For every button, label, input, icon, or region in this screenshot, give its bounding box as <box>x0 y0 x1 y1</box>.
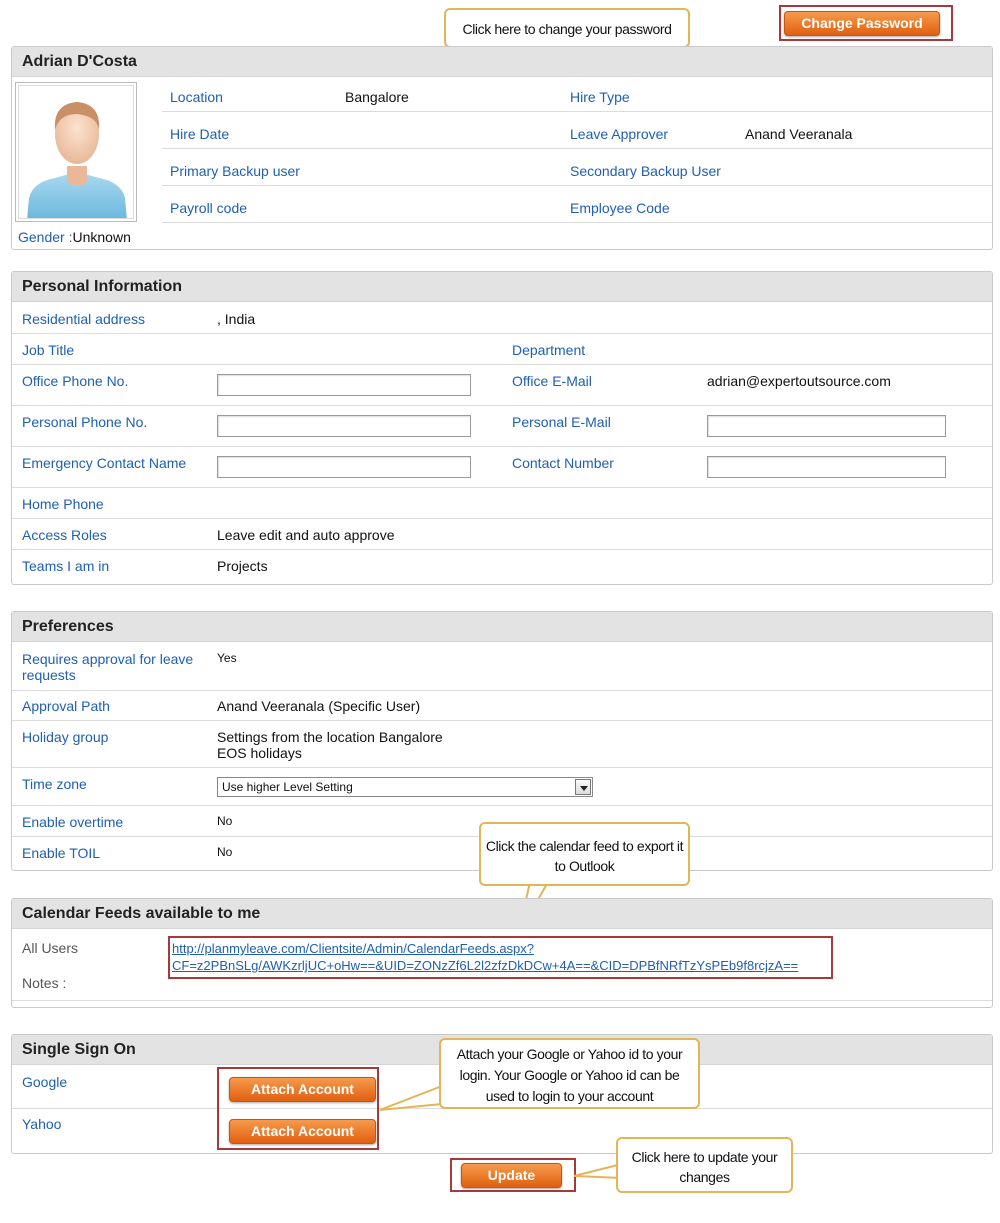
avatar <box>15 82 137 222</box>
gender-label: Gender : <box>18 229 73 245</box>
approval-required-label-line2: requests <box>22 667 76 683</box>
divider <box>12 364 992 365</box>
calendar-feed-link[interactable]: http://planmyleave.com/Clientsite/Admin/… <box>172 940 798 974</box>
payroll-code-label: Payroll code <box>170 200 248 216</box>
gender-row: Gender :Unknown <box>18 229 131 245</box>
divider <box>162 185 992 186</box>
home-phone-label: Home Phone <box>22 496 104 512</box>
approval-required-label-line1: Requires approval for leave <box>22 651 194 667</box>
attach-yahoo-button[interactable]: Attach Account <box>229 1119 376 1144</box>
contact-number-input[interactable] <box>707 456 946 478</box>
office-email-label: Office E-Mail <box>512 373 592 389</box>
access-roles-value: Leave edit and auto approve <box>217 527 395 543</box>
preferences-title: Preferences <box>12 612 992 642</box>
update-callout-text: Click here to update your changes <box>631 1149 778 1185</box>
approval-path-label: Approval Path <box>22 698 110 714</box>
teams-value: Projects <box>217 558 268 574</box>
holiday-group-value-line2: EOS holidays <box>217 745 302 761</box>
attach-callout-pointer <box>379 1085 443 1111</box>
time-zone-selected: Use higher Level Setting <box>222 780 353 794</box>
calendar-feeds-title: Calendar Feeds available to me <box>12 899 992 929</box>
attach-callout-text: Attach your Google or Yahoo id to your l… <box>456 1046 683 1104</box>
gender-value: Unknown <box>72 229 131 245</box>
approval-required-value: Yes <box>217 651 237 665</box>
approval-required-label: Requires approval for leave requests <box>22 651 193 683</box>
divider <box>12 446 992 447</box>
divider <box>12 805 992 806</box>
change-password-button[interactable]: Change Password <box>784 11 940 36</box>
divider <box>162 222 992 223</box>
department-label: Department <box>512 342 586 358</box>
emergency-contact-label: Emergency Contact Name <box>22 455 187 471</box>
notes-label: Notes : <box>22 975 67 991</box>
divider <box>12 518 992 519</box>
yahoo-label: Yahoo <box>22 1116 62 1132</box>
divider <box>162 111 992 112</box>
calendar-feed-link-line2[interactable]: CF=z2PBnSLg/AWKzrljUC+oHw==&UID=ZONzZf6L… <box>172 958 798 973</box>
employee-code-label: Employee Code <box>570 200 670 216</box>
job-title-label: Job Title <box>22 342 75 358</box>
divider <box>12 333 992 334</box>
change-password-callout: Click here to change your password <box>444 8 690 48</box>
divider <box>12 720 992 721</box>
office-email-value: adrian@expertoutsource.com <box>707 373 891 389</box>
attach-google-button[interactable]: Attach Account <box>229 1077 376 1102</box>
enable-overtime-value: No <box>217 814 233 828</box>
leave-approver-label: Leave Approver <box>570 126 669 142</box>
teams-label: Teams I am in <box>22 558 110 574</box>
personal-phone-label: Personal Phone No. <box>22 414 148 430</box>
divider <box>12 549 992 550</box>
holiday-group-value: Settings from the location Bangalore EOS… <box>217 729 443 761</box>
hire-type-label: Hire Type <box>570 89 630 105</box>
divider <box>12 767 992 768</box>
profile-name: Adrian D'Costa <box>12 47 992 77</box>
personal-info-title: Personal Information <box>12 272 992 302</box>
enable-toil-label: Enable TOIL <box>22 845 101 861</box>
enable-toil-value: No <box>217 845 233 859</box>
divider <box>162 148 992 149</box>
attach-callout: Attach your Google or Yahoo id to your l… <box>439 1038 700 1109</box>
time-zone-label: Time zone <box>22 776 87 792</box>
access-roles-label: Access Roles <box>22 527 107 543</box>
divider <box>12 487 992 488</box>
calendar-callout: Click the calendar feed to export it to … <box>479 822 690 886</box>
secondary-backup-label: Secondary Backup User <box>570 163 721 179</box>
leave-approver-value: Anand Veeranala <box>745 126 853 142</box>
office-phone-label: Office Phone No. <box>22 373 129 389</box>
time-zone-select[interactable]: Use higher Level Setting <box>217 777 593 797</box>
approval-path-value: Anand Veeranala (Specific User) <box>217 698 421 714</box>
default-user-avatar-icon <box>27 102 127 218</box>
personal-phone-input[interactable] <box>217 415 471 437</box>
emergency-contact-input[interactable] <box>217 456 471 478</box>
update-callout: Click here to update your changes <box>616 1137 793 1193</box>
holiday-group-value-line1: Settings from the location Bangalore <box>217 729 443 745</box>
divider <box>12 1000 992 1001</box>
profile-panel: Adrian D'Costa Gender:Unknown Location … <box>11 46 993 250</box>
primary-backup-label: Primary Backup user <box>170 163 300 179</box>
holiday-group-label: Holiday group <box>22 729 109 745</box>
hire-date-label: Hire Date <box>170 126 230 142</box>
enable-overtime-label: Enable overtime <box>22 814 124 830</box>
residential-address-label: Residential address <box>22 311 145 327</box>
divider <box>12 405 992 406</box>
update-button[interactable]: Update <box>461 1163 562 1188</box>
google-label: Google <box>22 1074 68 1090</box>
divider <box>12 690 992 691</box>
calendar-callout-text: Click the calendar feed to export it to … <box>485 838 684 874</box>
chevron-down-icon[interactable] <box>575 779 591 795</box>
all-users-label: All Users <box>22 940 79 956</box>
contact-number-label: Contact Number <box>512 455 614 471</box>
change-password-callout-text: Click here to change your password <box>462 21 672 37</box>
personal-email-label: Personal E-Mail <box>512 414 611 430</box>
office-phone-input[interactable] <box>217 374 471 396</box>
location-label: Location <box>170 89 223 105</box>
personal-info-panel: Personal Information Residential address… <box>11 271 993 585</box>
personal-email-input[interactable] <box>707 415 946 437</box>
location-value: Bangalore <box>345 89 409 105</box>
residential-address-value: , India <box>217 311 256 327</box>
calendar-feed-link-line1[interactable]: http://planmyleave.com/Clientsite/Admin/… <box>172 941 534 956</box>
